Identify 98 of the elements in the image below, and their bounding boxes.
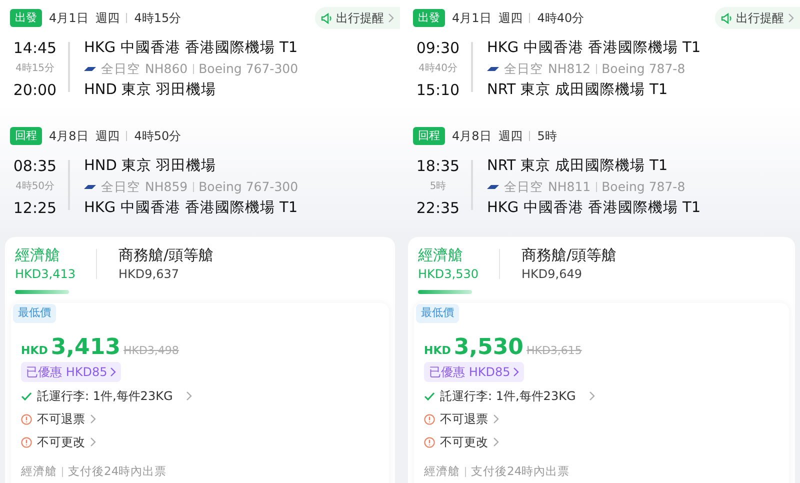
fare-rule-link[interactable]: 不可退票 <box>424 410 499 428</box>
airline-logo-icon <box>487 184 499 190</box>
warning-icon <box>424 414 435 424</box>
leg-date: 4月1日 <box>49 10 88 27</box>
departure-airport: NRT 東京 成田國際機場 T1 <box>487 156 669 176</box>
arrival-airport: HKG 中國香港 香港國際機場 T1 <box>84 199 298 218</box>
ticketing-note: 支付後24時內出票 <box>471 463 570 480</box>
cabin-class-label: 經濟艙 <box>424 463 460 480</box>
airline-name: 全日空 <box>101 60 140 78</box>
leg-duration: 4時40分 <box>537 10 584 27</box>
arrival-time: 12:25 <box>13 198 57 218</box>
leg-weekday: 週四 <box>498 128 522 145</box>
warning-icon <box>21 436 32 448</box>
fare-rule-link[interactable]: 不可退票 <box>21 410 96 428</box>
cabin-tab[interactable]: 商務艙/頭等艙 <box>522 245 617 265</box>
leg-tag: 回程 <box>10 127 42 145</box>
leg-tag: 回程 <box>413 127 445 145</box>
cabin-price: HKD3,413 <box>15 266 76 283</box>
departure-airport: HND 東京 羽田機場 <box>84 156 218 176</box>
fare-rule-link[interactable]: 不可更改 <box>424 433 499 451</box>
flight-duration: 4時15分 <box>15 62 55 76</box>
leg-date: 4月8日 <box>452 128 492 145</box>
chevron-right-icon <box>788 13 794 23</box>
arrival-airport: HND 東京 羽田機場 <box>84 80 218 100</box>
departure-time: 09:30 <box>416 38 460 58</box>
currency-label: HKD <box>21 342 48 358</box>
departure-time: 18:35 <box>416 156 460 176</box>
departure-time: 08:35 <box>13 156 57 176</box>
check-icon <box>424 392 435 400</box>
fare-rule-link[interactable]: 託運行李: 1件,每件23KG <box>424 387 595 405</box>
airline-name: 全日空 <box>101 178 140 196</box>
aircraft-type: Boeing 767-300 <box>198 60 298 78</box>
chevron-right-icon <box>110 366 116 376</box>
speaker-icon <box>721 12 732 24</box>
original-price: HKD3,498 <box>123 342 179 358</box>
flight-number: NH860 <box>145 60 188 78</box>
warning-icon <box>424 436 435 448</box>
leg-date: 4月1日 <box>452 10 492 27</box>
cabin-price: HKD3,530 <box>418 266 478 283</box>
arrival-airport: NRT 東京 成田國際機場 T1 <box>487 80 669 100</box>
chevron-right-icon <box>90 414 96 424</box>
cabin-price: HKD9,649 <box>522 266 583 283</box>
departure-airport: HKG 中國香港 香港國際機場 T1 <box>487 39 701 58</box>
flight-duration: 4時50分 <box>15 180 55 194</box>
leg-date: 4月8日 <box>49 128 88 145</box>
aircraft-type: Boeing 787-8 <box>602 178 686 196</box>
leg-duration: 5時 <box>537 128 557 145</box>
arrival-airport: HKG 中國香港 香港國際機場 T1 <box>487 199 701 218</box>
departure-time: 14:45 <box>13 38 57 58</box>
airline-logo-icon <box>487 66 499 72</box>
discount-button[interactable]: 已優惠 HKD85 <box>424 362 524 382</box>
original-price: HKD3,615 <box>526 342 582 358</box>
airline-name: 全日空 <box>504 60 543 78</box>
chevron-right-icon <box>90 437 96 447</box>
chevron-right-icon <box>493 437 499 447</box>
flight-number: NH859 <box>145 178 188 196</box>
airline-logo-icon <box>84 184 96 190</box>
leg-weekday: 週四 <box>95 10 120 27</box>
arrival-time: 20:00 <box>13 80 57 100</box>
aircraft-type: Boeing 767-300 <box>198 178 298 196</box>
fare-price: 3,413 <box>50 334 120 360</box>
cabin-class-label: 經濟艙 <box>21 463 57 480</box>
leg-weekday: 週四 <box>498 10 522 27</box>
warning-icon <box>21 414 32 424</box>
fare-rule-link[interactable]: 不可更改 <box>21 433 96 451</box>
leg-duration: 4時15分 <box>134 10 182 27</box>
travel-reminder-button[interactable]: 出行提醒 <box>715 7 800 29</box>
arrival-time: 22:35 <box>416 198 460 218</box>
lowest-price-badge: 最低價 <box>416 304 459 322</box>
chevron-right-icon <box>588 391 595 401</box>
leg-tag: 出發 <box>413 9 445 27</box>
airline-logo-icon <box>84 66 96 72</box>
chevron-right-icon <box>388 13 394 23</box>
flight-number: NH812 <box>548 60 591 78</box>
fare-rule-link[interactable]: 託運行李: 1件,每件23KG <box>21 387 192 405</box>
check-icon <box>21 392 32 400</box>
chevron-right-icon <box>513 366 520 376</box>
airline-name: 全日空 <box>504 178 543 196</box>
departure-airport: HKG 中國香港 香港國際機場 T1 <box>84 39 298 58</box>
flight-duration: 5時 <box>430 180 446 194</box>
leg-duration: 4時50分 <box>134 128 182 145</box>
discount-button[interactable]: 已優惠 HKD85 <box>21 362 122 382</box>
cabin-price: HKD9,637 <box>118 266 180 283</box>
leg-tag: 出發 <box>10 9 42 27</box>
ticketing-note: 支付後24時內出票 <box>68 463 167 480</box>
flight-duration: 4時40分 <box>418 62 458 76</box>
chevron-right-icon <box>186 391 192 401</box>
aircraft-type: Boeing 787-8 <box>602 60 686 78</box>
travel-reminder-button[interactable]: 出行提醒 <box>315 7 400 29</box>
flight-number: NH811 <box>548 178 591 196</box>
currency-label: HKD <box>424 342 451 358</box>
fare-price: 3,530 <box>454 334 524 360</box>
lowest-price-badge: 最低價 <box>13 304 56 322</box>
leg-weekday: 週四 <box>95 128 120 145</box>
arrival-time: 15:10 <box>416 80 460 100</box>
chevron-right-icon <box>493 414 499 424</box>
cabin-tab[interactable]: 商務艙/頭等艙 <box>118 245 214 265</box>
speaker-icon <box>321 12 332 24</box>
